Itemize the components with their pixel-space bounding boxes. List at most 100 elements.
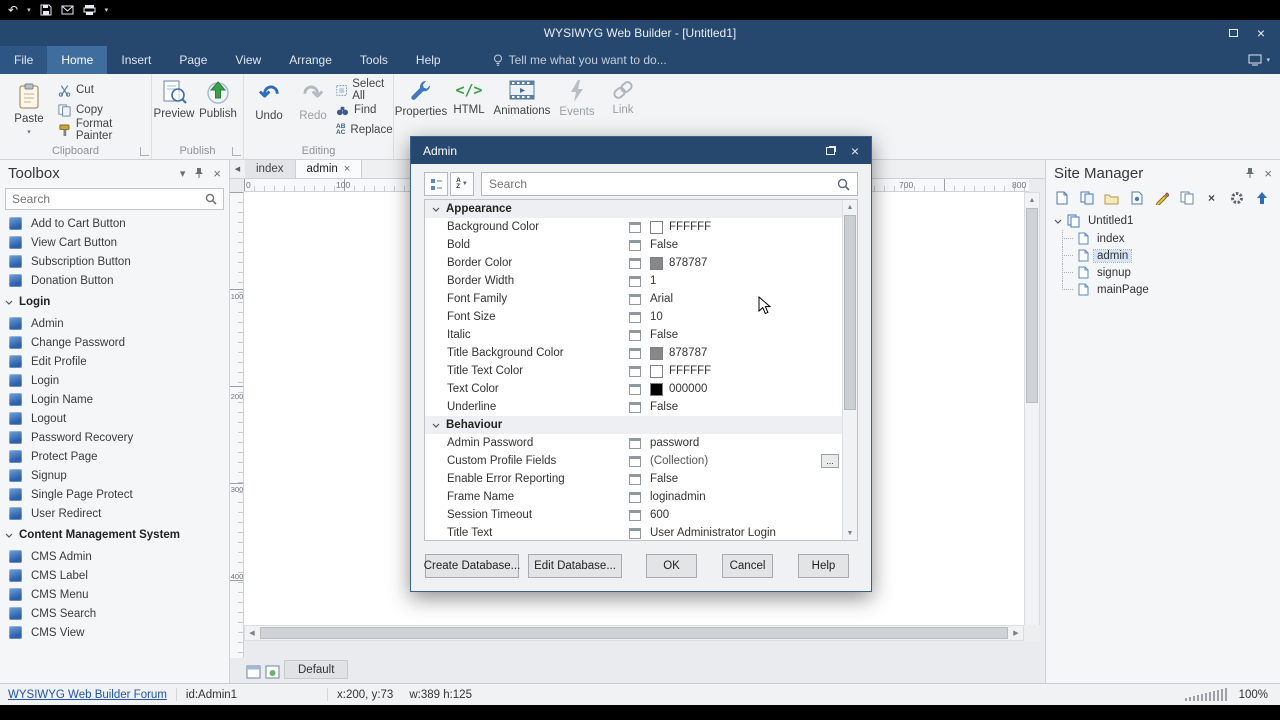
- tab-close-icon[interactable]: ×: [344, 160, 350, 178]
- tab-insert[interactable]: Insert: [107, 46, 165, 74]
- scroll-down-icon[interactable]: ▼: [843, 526, 857, 540]
- site-settings-button[interactable]: [1225, 188, 1248, 208]
- property-row[interactable]: Admin Password password: [425, 434, 842, 452]
- toolbox-item[interactable]: Login Name: [0, 390, 229, 409]
- property-row[interactable]: Custom Profile Fields (Collection)...: [425, 452, 842, 470]
- tab-home[interactable]: Home: [47, 46, 108, 74]
- cut-button[interactable]: Cut: [58, 80, 151, 100]
- create-database-button[interactable]: Create Database...: [424, 554, 520, 578]
- paste-button[interactable]: Paste ▾: [6, 78, 52, 142]
- tree-page-item[interactable]: admin: [1046, 247, 1280, 264]
- normal-view-icon[interactable]: [246, 665, 261, 679]
- property-row[interactable]: Title Text Color FFFFFF: [425, 362, 842, 380]
- vertical-scrollbar[interactable]: ▲ ▼: [1024, 192, 1040, 640]
- dialog-launcher-icon[interactable]: [140, 147, 149, 156]
- property-search-box[interactable]: [481, 172, 858, 196]
- copy-page-button[interactable]: [1175, 188, 1198, 208]
- property-search-input[interactable]: [489, 177, 833, 191]
- delete-page-button[interactable]: ×: [1200, 188, 1223, 208]
- property-row[interactable]: Session Timeout 600: [425, 506, 842, 524]
- help-button[interactable]: Help: [798, 554, 849, 578]
- replace-button[interactable]: AB AC Replace: [336, 120, 393, 140]
- tab-view[interactable]: View: [221, 46, 275, 74]
- horizontal-scrollbar[interactable]: ◀ ▶: [244, 625, 1024, 641]
- tab-page[interactable]: Page: [165, 46, 221, 74]
- toolbox-item[interactable]: Change Password: [0, 333, 229, 352]
- dialog-close-icon[interactable]: ×: [851, 143, 859, 159]
- page-properties-button[interactable]: [1125, 188, 1148, 208]
- copy-button[interactable]: Copy: [58, 100, 151, 120]
- property-row[interactable]: Enable Error Reporting False: [425, 470, 842, 488]
- new-folder-button[interactable]: [1100, 188, 1123, 208]
- scroll-up-icon[interactable]: ▲: [843, 200, 857, 214]
- toolbox-item[interactable]: Donation Button: [0, 271, 229, 290]
- new-page-button[interactable]: [1050, 188, 1073, 208]
- cancel-button[interactable]: Cancel: [722, 554, 773, 578]
- redo-button[interactable]: ↷ Redo: [292, 78, 334, 123]
- tell-me-box[interactable]: Tell me what you want to do...: [493, 46, 667, 74]
- tree-page-item[interactable]: index: [1046, 230, 1280, 247]
- scroll-up-icon[interactable]: ▲: [1025, 193, 1039, 207]
- panel-menu-caret-icon[interactable]: ▾: [180, 167, 186, 180]
- find-button[interactable]: Find: [336, 100, 393, 120]
- toolbox-item[interactable]: CMS Menu: [0, 585, 229, 604]
- property-row[interactable]: Border Width 1: [425, 272, 842, 290]
- display-options-button[interactable]: ▾: [1248, 46, 1280, 74]
- print-icon[interactable]: [83, 4, 96, 16]
- tree-root-item[interactable]: Untitled1: [1046, 212, 1280, 230]
- caret-down-icon[interactable]: ▾: [27, 6, 31, 14]
- undo-button[interactable]: ↶ Undo: [248, 78, 290, 123]
- property-row[interactable]: Underline False: [425, 398, 842, 416]
- ok-button[interactable]: OK: [646, 554, 697, 578]
- property-row[interactable]: Title Text User Administrator Login: [425, 524, 842, 540]
- tree-page-item[interactable]: signup: [1046, 264, 1280, 281]
- sort-alphabetical-button[interactable]: A Z ▼: [450, 172, 474, 196]
- toolbox-item[interactable]: User Redirect: [0, 504, 229, 523]
- undo-icon[interactable]: ↶: [8, 4, 18, 16]
- pin-icon[interactable]: [1245, 167, 1255, 179]
- chevron-down-icon[interactable]: [1054, 219, 1062, 224]
- toolbox-item[interactable]: Subscription Button: [0, 252, 229, 271]
- email-icon[interactable]: [61, 4, 74, 16]
- maximize-button[interactable]: [1220, 24, 1246, 42]
- toolbox-item[interactable]: Admin: [0, 314, 229, 333]
- clone-page-button[interactable]: [1075, 188, 1098, 208]
- save-icon[interactable]: [40, 4, 52, 16]
- property-grid-scrollbar[interactable]: ▲ ▼: [842, 200, 857, 540]
- toolbox-item[interactable]: CMS Label: [0, 566, 229, 585]
- category-behaviour[interactable]: Behaviour: [425, 416, 842, 434]
- dialog-title-bar[interactable]: Admin ×: [411, 137, 871, 164]
- qat-menu-caret-icon[interactable]: ▾: [105, 6, 109, 14]
- format-painter-button[interactable]: Format Painter: [58, 118, 151, 142]
- master-page-icon[interactable]: [265, 665, 280, 679]
- doc-tab-admin[interactable]: admin ×: [295, 160, 363, 178]
- toolbox-item[interactable]: CMS View: [0, 623, 229, 642]
- edit-database-button[interactable]: Edit Database...: [528, 554, 622, 578]
- zoom-control[interactable]: 100%: [1184, 688, 1272, 701]
- toolbox-search-input[interactable]: [12, 192, 201, 206]
- dialog-launcher-icon[interactable]: [232, 147, 241, 156]
- tab-arrange[interactable]: Arrange: [275, 46, 346, 74]
- tab-file[interactable]: File: [0, 46, 48, 74]
- scroll-right-icon[interactable]: ▶: [1009, 626, 1023, 640]
- property-row[interactable]: Title Background Color 878787: [425, 344, 842, 362]
- category-appearance[interactable]: Appearance: [425, 200, 842, 218]
- scroll-thumb[interactable]: [844, 215, 856, 410]
- toolbox-item[interactable]: CMS Search: [0, 604, 229, 623]
- toolbox-item[interactable]: Login: [0, 371, 229, 390]
- property-row[interactable]: Text Color 000000: [425, 380, 842, 398]
- select-all-button[interactable]: Select All: [336, 78, 393, 102]
- zoom-percent[interactable]: 100%: [1239, 689, 1268, 701]
- property-row[interactable]: Font Family Arial: [425, 290, 842, 308]
- toolbox-section-login[interactable]: Login: [0, 290, 229, 314]
- dialog-maximize-icon[interactable]: [825, 146, 835, 155]
- toolbox-item[interactable]: Add to Cart Button: [0, 214, 229, 233]
- property-row[interactable]: Bold False: [425, 236, 842, 254]
- forum-link[interactable]: WYSIWYG Web Builder Forum: [8, 689, 167, 701]
- toolbox-item[interactable]: View Cart Button: [0, 233, 229, 252]
- close-panel-icon[interactable]: ×: [213, 166, 221, 181]
- property-row[interactable]: Border Color 878787: [425, 254, 842, 272]
- scroll-left-icon[interactable]: ◀: [245, 626, 259, 640]
- master-frame-tab[interactable]: Default: [284, 660, 349, 679]
- tab-help[interactable]: Help: [402, 46, 455, 74]
